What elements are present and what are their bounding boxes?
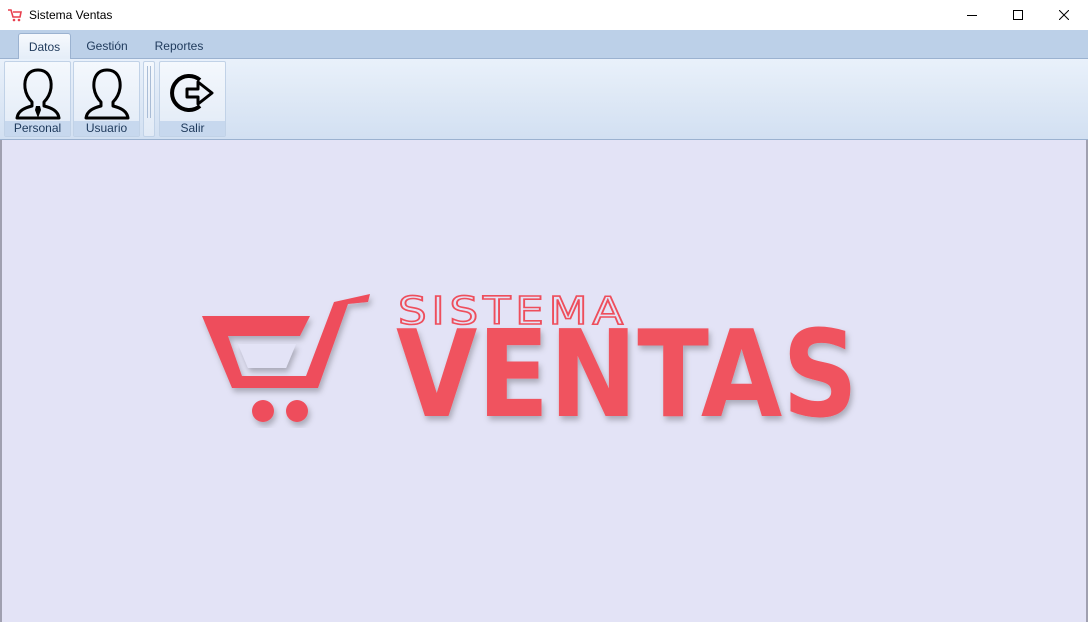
tab-gestion[interactable]: Gestión	[80, 33, 134, 59]
ribbon-panel: Personal Usuario Salir	[0, 59, 1088, 140]
window-title: Sistema Ventas	[29, 8, 113, 22]
ribbon-separator	[143, 61, 155, 137]
usuario-button[interactable]: Usuario	[73, 61, 140, 137]
logo-line2: VENTAS	[396, 306, 858, 428]
title-bar: Sistema Ventas	[0, 0, 1088, 30]
personal-label: Personal	[5, 121, 70, 136]
maximize-button[interactable]	[995, 0, 1041, 30]
salir-button[interactable]: Salir	[159, 61, 226, 137]
minimize-button[interactable]	[949, 0, 995, 30]
personal-button[interactable]: Personal	[4, 61, 71, 137]
minimize-icon	[967, 15, 977, 16]
sistema-ventas-logo: SISTEMA VENTAS	[202, 288, 858, 428]
tab-datos[interactable]: Datos	[18, 33, 71, 60]
ribbon-tab-strip: Datos Gestión Reportes	[0, 30, 1088, 60]
close-icon	[1059, 10, 1069, 20]
user-tie-icon	[15, 68, 60, 120]
close-button[interactable]	[1041, 0, 1087, 30]
shopping-cart-icon	[202, 294, 370, 422]
maximize-icon	[1013, 10, 1023, 20]
mdi-client-area: SISTEMA VENTAS	[0, 140, 1088, 622]
usuario-label: Usuario	[74, 121, 139, 136]
exit-icon	[169, 74, 213, 112]
user-icon	[84, 68, 129, 120]
tab-reportes[interactable]: Reportes	[146, 33, 212, 59]
salir-label: Salir	[160, 121, 225, 136]
cart-icon	[8, 9, 22, 22]
